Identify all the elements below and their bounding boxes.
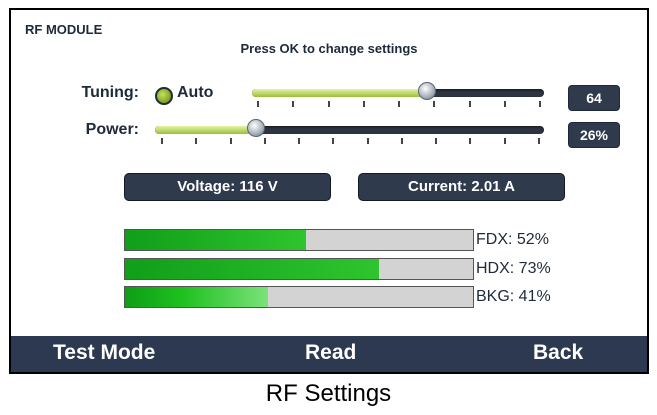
power-value-box: 26%	[568, 122, 620, 148]
test-mode-button[interactable]: Test Mode	[53, 341, 155, 365]
figure-caption: RF Settings	[265, 380, 392, 407]
power-slider[interactable]	[155, 119, 544, 137]
tuning-ticks	[257, 101, 541, 107]
hdx-label: HDX: 73%	[476, 260, 551, 277]
bkg-label: BKG: 41%	[476, 288, 551, 305]
power-ticks	[161, 138, 540, 144]
tuning-label: Tuning:	[81, 84, 139, 101]
fdx-label: FDX: 52%	[476, 231, 549, 248]
tuning-slider-fill	[252, 89, 428, 97]
hdx-meter-fill	[125, 259, 380, 279]
hdx-meter	[124, 258, 474, 280]
voltage-readout: Voltage: 116 V	[124, 173, 331, 201]
module-title: RF MODULE	[25, 22, 103, 37]
power-slider-fill	[155, 126, 257, 134]
auto-label: Auto	[177, 84, 214, 101]
tuning-slider[interactable]	[252, 82, 544, 100]
tuning-value-box: 64	[568, 85, 620, 111]
bkg-meter	[124, 286, 474, 308]
current-readout: Current: 2.01 A	[358, 173, 565, 201]
tuning-slider-knob[interactable]	[418, 82, 437, 100]
bkg-meter-fill	[125, 287, 268, 307]
fdx-meter	[124, 229, 474, 251]
soft-key-bar: Test Mode Read Back	[11, 336, 647, 372]
read-button[interactable]: Read	[305, 341, 356, 365]
back-button[interactable]: Back	[533, 341, 583, 365]
power-slider-knob[interactable]	[247, 119, 266, 137]
device-screen: RF MODULE Press OK to change settings Tu…	[9, 8, 649, 374]
fdx-meter-fill	[125, 230, 306, 250]
auto-radio-button[interactable]	[155, 87, 173, 105]
power-label: Power:	[85, 121, 139, 138]
settings-hint: Press OK to change settings	[240, 41, 418, 56]
